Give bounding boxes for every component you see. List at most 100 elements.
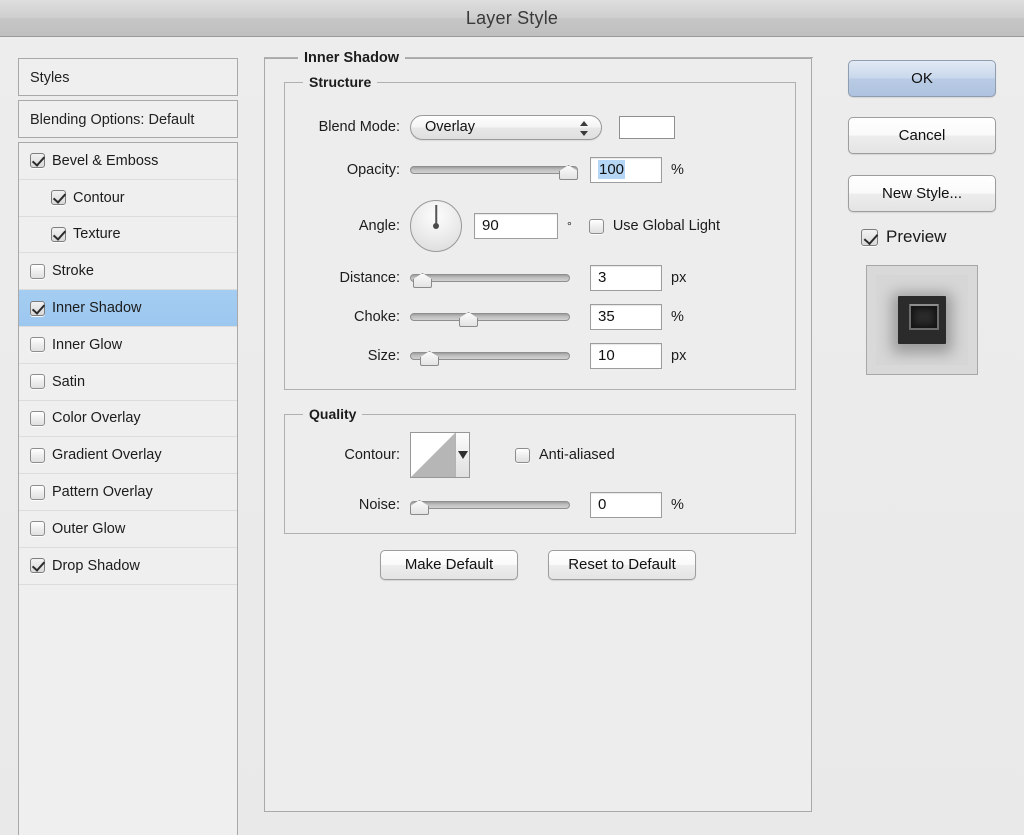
effect-enable-checkbox[interactable] — [30, 448, 45, 463]
choke-value: 35 — [598, 308, 615, 325]
angle-dial-hub — [433, 223, 439, 229]
sidebar-item-label: Inner Shadow — [52, 300, 141, 316]
ok-button[interactable]: OK — [848, 60, 996, 97]
choke-row: Choke: 35 % — [290, 304, 684, 330]
sidebar-item-pattern-overlay[interactable]: Pattern Overlay — [19, 474, 237, 511]
distance-input[interactable]: 3 — [590, 265, 662, 291]
structure-legend: Structure — [303, 74, 377, 90]
effect-enable-checkbox[interactable] — [30, 558, 45, 573]
window-title: Layer Style — [0, 8, 1024, 29]
effect-enable-checkbox[interactable] — [30, 337, 45, 352]
effect-enable-checkbox[interactable] — [51, 227, 66, 242]
blend-mode-row: Blend Mode: Overlay — [290, 114, 675, 140]
choke-slider[interactable] — [410, 307, 570, 327]
noise-value: 0 — [598, 496, 606, 513]
preview-toggle-row[interactable]: Preview — [861, 227, 946, 247]
size-input[interactable]: 10 — [590, 343, 662, 369]
use-global-light-checkbox[interactable] — [589, 219, 604, 234]
make-default-button[interactable]: Make Default — [380, 550, 518, 580]
sidebar-item-contour[interactable]: Contour — [19, 180, 237, 217]
size-slider[interactable] — [410, 346, 570, 366]
preview-checkbox[interactable] — [861, 229, 878, 246]
sidebar-item-label: Contour — [73, 190, 125, 206]
chevron-down-icon[interactable] — [456, 433, 469, 477]
angle-label: Angle: — [290, 218, 400, 234]
sidebar-item-gradient-overlay[interactable]: Gradient Overlay — [19, 437, 237, 474]
size-label: Size: — [290, 348, 400, 364]
sidebar-item-color-overlay[interactable]: Color Overlay — [19, 401, 237, 438]
effect-enable-checkbox[interactable] — [30, 374, 45, 389]
choke-label: Choke: — [290, 309, 400, 325]
size-unit: px — [671, 348, 686, 364]
window-titlebar: Layer Style — [0, 0, 1024, 37]
use-global-light-label: Use Global Light — [613, 218, 720, 234]
sidebar-item-blending-options[interactable]: Blending Options: Default — [18, 100, 238, 138]
sidebar-item-inner-shadow[interactable]: Inner Shadow — [19, 290, 237, 327]
effect-enable-checkbox[interactable] — [30, 264, 45, 279]
distance-unit: px — [671, 270, 686, 286]
choke-input[interactable]: 35 — [590, 304, 662, 330]
noise-slider[interactable] — [410, 495, 570, 515]
sidebar-item-satin[interactable]: Satin — [19, 364, 237, 401]
preview-label: Preview — [886, 227, 946, 247]
preview-thumbnail — [866, 265, 978, 375]
noise-unit: % — [671, 497, 684, 513]
opacity-slider[interactable] — [410, 160, 578, 180]
effect-enable-checkbox[interactable] — [51, 190, 66, 205]
opacity-input[interactable]: 100 — [590, 157, 662, 183]
choke-unit: % — [671, 309, 684, 325]
sidebar-item-label: Stroke — [52, 263, 94, 279]
contour-row: Contour: Anti-aliased — [290, 432, 615, 478]
sidebar-item-drop-shadow[interactable]: Drop Shadow — [19, 548, 237, 585]
noise-input[interactable]: 0 — [590, 492, 662, 518]
sidebar-item-texture[interactable]: Texture — [19, 217, 237, 254]
preview-shape — [898, 296, 946, 344]
distance-slider[interactable] — [410, 268, 570, 288]
anti-aliased-label: Anti-aliased — [539, 447, 615, 463]
angle-dial[interactable] — [410, 200, 462, 252]
sidebar-header-styles[interactable]: Styles — [18, 58, 238, 96]
distance-value: 3 — [598, 269, 606, 286]
angle-input[interactable]: 90 — [474, 213, 558, 239]
noise-row: Noise: 0 % — [290, 492, 684, 518]
sidebar-item-label: Gradient Overlay — [52, 447, 162, 463]
reset-to-default-button[interactable]: Reset to Default — [548, 550, 696, 580]
size-value: 10 — [598, 347, 615, 364]
blend-color-swatch[interactable] — [619, 116, 675, 139]
angle-unit: ° — [567, 219, 572, 233]
sidebar-item-label: Satin — [52, 374, 85, 390]
blend-mode-value: Overlay — [425, 119, 475, 135]
blend-mode-select[interactable]: Overlay — [410, 115, 602, 140]
contour-picker[interactable] — [410, 432, 470, 478]
new-style-button[interactable]: New Style... — [848, 175, 996, 212]
layer-style-dialog: Layer Style Styles Blending Options: Def… — [0, 0, 1024, 835]
blend-mode-label: Blend Mode: — [290, 119, 400, 135]
sidebar-item-stroke[interactable]: Stroke — [19, 253, 237, 290]
anti-aliased-row[interactable]: Anti-aliased — [515, 447, 615, 463]
contour-preview — [411, 433, 456, 477]
sidebar-item-bevel-emboss[interactable]: Bevel & Emboss — [19, 143, 237, 180]
anti-aliased-checkbox[interactable] — [515, 448, 530, 463]
effect-enable-checkbox[interactable] — [30, 301, 45, 316]
effect-enable-checkbox[interactable] — [30, 411, 45, 426]
panel-title: Inner Shadow — [298, 50, 405, 66]
sidebar-item-label: Texture — [73, 226, 121, 242]
sidebar-item-label: Color Overlay — [52, 410, 141, 426]
cancel-button[interactable]: Cancel — [848, 117, 996, 154]
effect-enable-checkbox[interactable] — [30, 485, 45, 500]
noise-label: Noise: — [290, 497, 400, 513]
sidebar-item-label: Pattern Overlay — [52, 484, 153, 500]
use-global-light-row[interactable]: Use Global Light — [589, 218, 720, 234]
effect-enable-checkbox[interactable] — [30, 153, 45, 168]
panel-legend-rule-left — [264, 57, 298, 58]
distance-slider-track — [410, 274, 570, 282]
sidebar-item-outer-glow[interactable]: Outer Glow — [19, 511, 237, 548]
effects-list: Bevel & Emboss Contour Texture Stroke Inner … — [18, 142, 238, 835]
sidebar-item-label: Bevel & Emboss — [52, 153, 158, 169]
effects-list-empty-area — [19, 585, 237, 835]
sidebar-item-inner-glow[interactable]: Inner Glow — [19, 327, 237, 364]
distance-label: Distance: — [290, 270, 400, 286]
sidebar-item-label: Inner Glow — [52, 337, 122, 353]
effect-enable-checkbox[interactable] — [30, 521, 45, 536]
choke-slider-track — [410, 313, 570, 321]
